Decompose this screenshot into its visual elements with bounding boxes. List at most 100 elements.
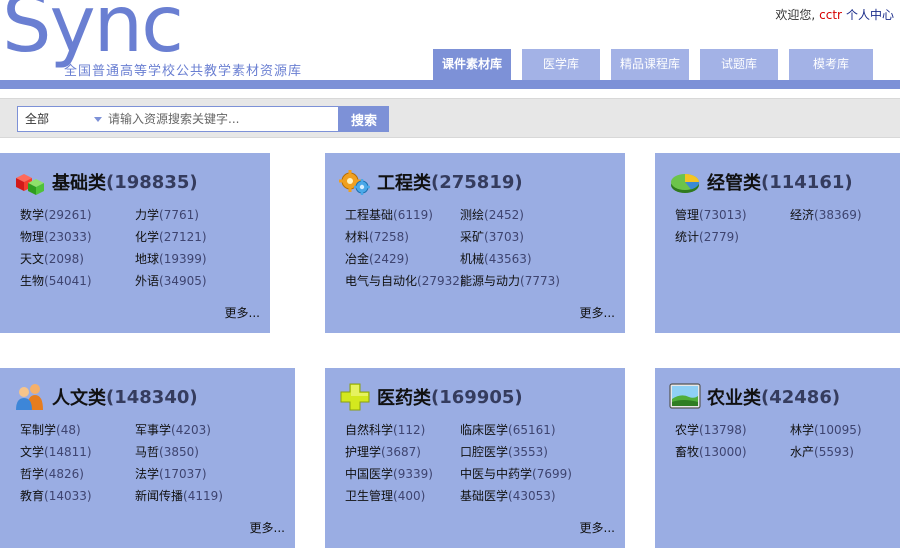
subject-link[interactable]: 化学(27121): [135, 229, 260, 245]
subject-link[interactable]: 军制学(48): [20, 422, 135, 438]
subject-link[interactable]: 自然科学(112): [345, 422, 460, 438]
subject-link[interactable]: 天文(2098): [20, 251, 135, 267]
subject-link[interactable]: 林学(10095): [790, 422, 900, 438]
landscape-icon: [669, 383, 701, 409]
subject-name: 文学: [20, 445, 45, 459]
search-box: 全部: [17, 106, 339, 132]
subject-link[interactable]: 口腔医学(3553): [460, 444, 585, 460]
subject-link[interactable]: 力学(7761): [135, 207, 260, 223]
card-items: 军制学(48) 军事学(4203) 文学(14811) 马哲(3850) 哲学(…: [20, 422, 260, 504]
subject-name: 采矿: [460, 230, 485, 244]
subject-name: 教育: [20, 489, 45, 503]
subject-link[interactable]: 电气与自动化(27932): [345, 273, 465, 289]
subject-link[interactable]: 法学(17037): [135, 466, 260, 482]
more-link[interactable]: 更多...: [225, 304, 260, 321]
card-title[interactable]: 医药类: [377, 384, 431, 410]
subject-link[interactable]: 军事学(4203): [135, 422, 260, 438]
subject-name: 军制学: [20, 423, 57, 437]
card-title[interactable]: 人文类: [52, 384, 106, 410]
tab-mock-exam[interactable]: 模考库: [789, 49, 873, 80]
subject-link[interactable]: 农学(13798): [675, 422, 790, 438]
more-link[interactable]: 更多...: [580, 519, 615, 536]
subject-link[interactable]: 畜牧(13000): [675, 444, 790, 460]
tab-question-bank[interactable]: 试题库: [700, 49, 778, 80]
subject-count: (27932): [417, 274, 465, 288]
subject-count: (3703): [484, 230, 524, 244]
subject-link[interactable]: 外语(34905): [135, 273, 260, 289]
subject-link[interactable]: 数学(29261): [20, 207, 135, 223]
profile-link[interactable]: 个人中心: [846, 8, 894, 22]
subject-link[interactable]: 文学(14811): [20, 444, 135, 460]
subject-link[interactable]: 工程基础(6119): [345, 207, 460, 223]
card-title[interactable]: 农业类: [707, 384, 761, 410]
subject-link[interactable]: 基础医学(43053): [460, 488, 585, 504]
subject-link[interactable]: 马哲(3850): [135, 444, 260, 460]
search-input[interactable]: [104, 107, 338, 131]
username-link[interactable]: cctr: [819, 8, 842, 22]
subject-link[interactable]: 护理学(3687): [345, 444, 460, 460]
subject-name: 机械: [460, 252, 485, 266]
subject-count: (5593): [814, 445, 854, 459]
category-card-engineering: 工程类 (275819) 工程基础(6119) 测绘(2452) 材料(7258…: [325, 153, 625, 333]
tab-courseware[interactable]: 课件素材库: [433, 49, 511, 80]
subject-name: 农学: [675, 423, 700, 437]
user-bar: 欢迎您, cctr 个人中心: [775, 6, 894, 23]
card-count: (148340): [106, 386, 198, 408]
card-title[interactable]: 基础类: [52, 169, 106, 195]
subject-link[interactable]: 临床医学(65161): [460, 422, 585, 438]
subject-link[interactable]: 卫生管理(400): [345, 488, 460, 504]
subject-count: (2779): [699, 230, 739, 244]
subject-count: (13798): [699, 423, 747, 437]
subject-link[interactable]: 能源与动力(7773): [460, 273, 585, 289]
subject-link[interactable]: 中国医学(9339): [345, 466, 460, 482]
subject-count: (112): [393, 423, 426, 437]
more-link[interactable]: 更多...: [580, 304, 615, 321]
card-count: (114161): [761, 171, 853, 193]
subject-link[interactable]: 机械(43563): [460, 251, 585, 267]
subject-link[interactable]: 水产(5593): [790, 444, 900, 460]
more-link[interactable]: 更多...: [250, 519, 285, 536]
subject-link[interactable]: 测绘(2452): [460, 207, 585, 223]
subject-link[interactable]: 新闻传播(4119): [135, 488, 260, 504]
subject-name: 生物: [20, 274, 45, 288]
subject-link[interactable]: 生物(54041): [20, 273, 135, 289]
subject-name: 天文: [20, 252, 45, 266]
subject-link[interactable]: 中医与中药学(7699): [460, 466, 585, 482]
card-title[interactable]: 工程类: [377, 169, 431, 195]
subject-link[interactable]: 经济(38369): [790, 207, 900, 223]
card-items: 管理(73013) 经济(38369) 统计(2779): [675, 207, 900, 245]
subject-link[interactable]: 物理(23033): [20, 229, 135, 245]
card-header: 基础类 (198835): [14, 167, 198, 197]
search-button[interactable]: 搜索: [339, 106, 389, 132]
tab-medical[interactable]: 医学库: [522, 49, 600, 80]
card-items: 数学(29261) 力学(7761) 物理(23033) 化学(27121) 天…: [20, 207, 260, 289]
subject-name: 护理学: [345, 445, 382, 459]
subject-link[interactable]: 材料(7258): [345, 229, 460, 245]
category-card-humanities: 人文类 (148340) 军制学(48) 军事学(4203) 文学(14811)…: [0, 368, 295, 548]
subject-name: 法学: [135, 467, 160, 481]
card-header: 经管类 (114161): [669, 167, 853, 197]
subject-count: (19399): [159, 252, 207, 266]
subject-link[interactable]: 地球(19399): [135, 251, 260, 267]
subject-link[interactable]: 冶金(2429): [345, 251, 460, 267]
category-select[interactable]: 全部: [18, 107, 104, 131]
subject-count: (4826): [44, 467, 84, 481]
card-count: (42486): [761, 386, 841, 408]
subject-link[interactable]: 教育(14033): [20, 488, 135, 504]
subject-link[interactable]: 采矿(3703): [460, 229, 585, 245]
tab-quality-courses[interactable]: 精品课程库: [611, 49, 689, 80]
subject-link[interactable]: 哲学(4826): [20, 466, 135, 482]
subject-count: (6119): [393, 208, 433, 222]
subject-name: 力学: [135, 208, 160, 222]
card-header: 农业类 (42486): [669, 382, 840, 412]
subject-name: 畜牧: [675, 445, 700, 459]
header: Sync 全国普通高等学校公共教学素材资源库 欢迎您, cctr 个人中心 课件素材…: [0, 0, 900, 80]
sync-logo[interactable]: Sync: [2, 0, 184, 64]
subject-name: 中国医学: [345, 467, 394, 481]
subject-name: 自然科学: [345, 423, 394, 437]
pie-chart-icon: [671, 174, 700, 193]
subject-link[interactable]: 管理(73013): [675, 207, 790, 223]
subject-count: (43563): [484, 252, 532, 266]
card-title[interactable]: 经管类: [707, 169, 761, 195]
subject-link[interactable]: 统计(2779): [675, 229, 790, 245]
